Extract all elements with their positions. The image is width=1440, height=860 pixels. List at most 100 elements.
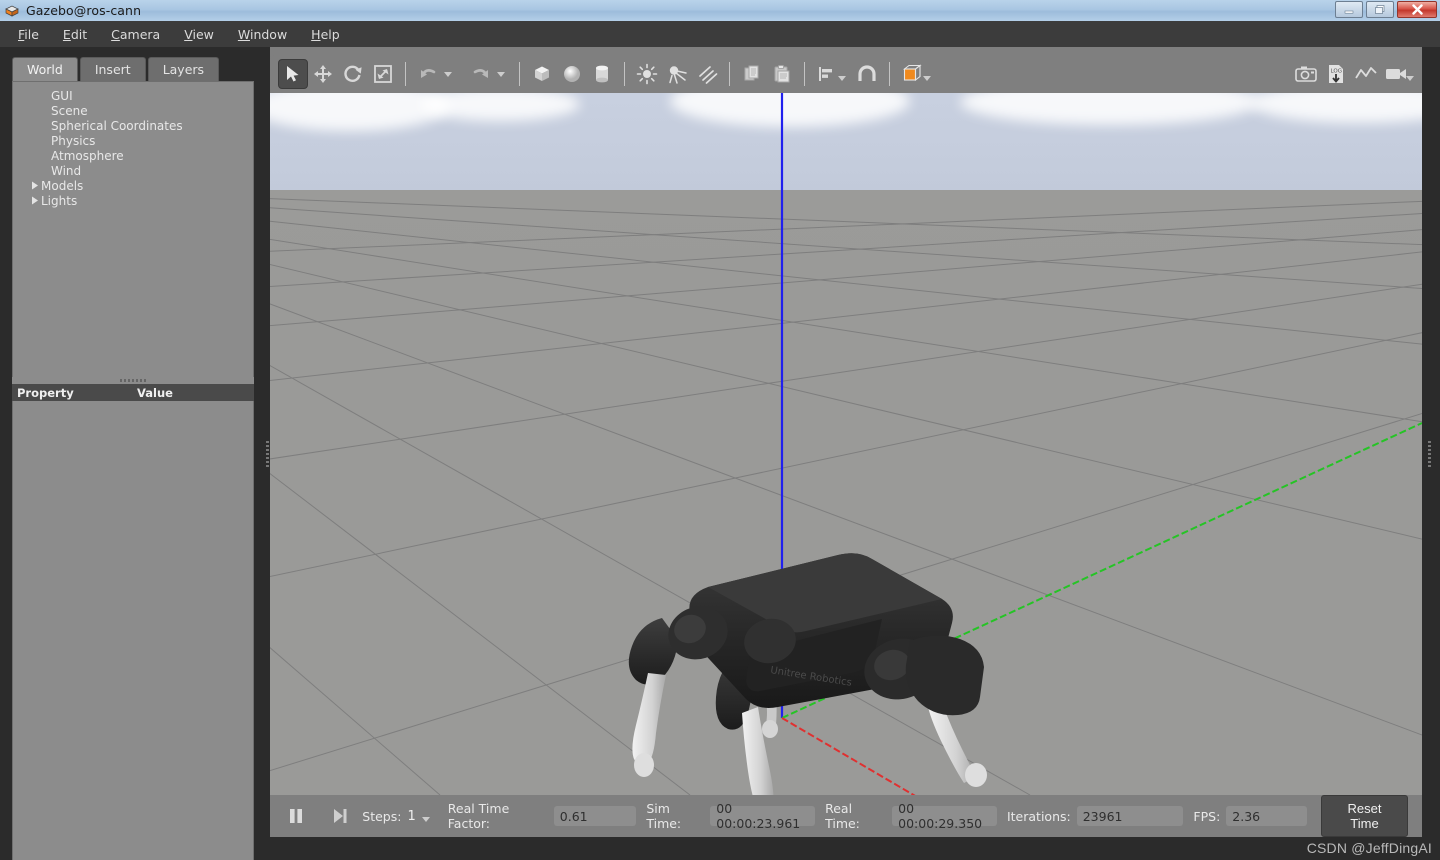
- window-title: Gazebo@ros-cann: [26, 3, 142, 18]
- tree-item-wind[interactable]: Wind: [29, 163, 253, 178]
- menu-file[interactable]: File: [6, 24, 51, 45]
- tree-item-models[interactable]: Models: [29, 178, 253, 193]
- value-column-header: Value: [137, 385, 173, 400]
- sim-time-value: 00 00:00:23.961: [710, 801, 816, 831]
- tab-layers[interactable]: Layers: [147, 57, 220, 82]
- toolbar-separator: [405, 62, 406, 86]
- scene-toolbar: LOG: [270, 55, 1422, 93]
- tree-item-label: GUI: [51, 88, 73, 103]
- redo-button[interactable]: [466, 59, 496, 89]
- 3d-viewport[interactable]: Unitree Robotics: [270, 93, 1422, 795]
- tab-world[interactable]: World: [12, 57, 78, 82]
- svg-text:LOG: LOG: [1331, 69, 1342, 75]
- video-record-button[interactable]: [1381, 59, 1411, 89]
- undo-button[interactable]: [413, 59, 443, 89]
- tree-item-lights[interactable]: Lights: [29, 193, 253, 208]
- real-time-value: 00 00:00:29.350: [892, 801, 997, 831]
- panel-resize-grip[interactable]: [12, 377, 254, 384]
- property-column-header: Property: [17, 385, 74, 400]
- redo-control: [466, 59, 505, 89]
- splitter-grip-icon: [1427, 440, 1431, 467]
- toolbar-separator: [729, 62, 730, 86]
- real-time-factor-value: 0.61: [553, 806, 637, 826]
- redo-dropdown-icon[interactable]: [497, 71, 505, 77]
- tab-insert[interactable]: Insert: [79, 57, 146, 82]
- toolbar-separator: [519, 62, 520, 86]
- fps-label: FPS:: [1193, 808, 1221, 824]
- chevron-right-icon[interactable]: [29, 193, 41, 208]
- left-panel: World Insert Layers GUI Scene Spherical …: [0, 47, 262, 860]
- chevron-right-icon[interactable]: [29, 178, 41, 193]
- minimize-button[interactable]: [1335, 1, 1363, 18]
- paste-button[interactable]: [767, 59, 797, 89]
- panel-tabs: World Insert Layers: [12, 57, 220, 82]
- steps-value[interactable]: 1: [407, 809, 415, 824]
- plot-button[interactable]: [1351, 59, 1381, 89]
- tree-item-label: Physics: [51, 133, 96, 148]
- gazebo-icon: [4, 3, 20, 19]
- menu-window[interactable]: Window: [226, 24, 299, 45]
- fps-value: 2.36: [1226, 806, 1307, 826]
- toolbar-separator: [624, 62, 625, 86]
- log-record-button[interactable]: LOG: [1321, 59, 1351, 89]
- screenshot-button[interactable]: [1291, 59, 1321, 89]
- select-mode-button[interactable]: [278, 59, 308, 89]
- gazebo-window: Gazebo@ros-cann File Edit Camera View Wi: [0, 0, 1440, 860]
- snap-button[interactable]: [852, 59, 882, 89]
- world-tree-panel: GUI Scene Spherical Coordinates Physics …: [12, 81, 254, 383]
- step-forward-button[interactable]: [328, 803, 352, 829]
- tree-item-label: Wind: [51, 163, 82, 178]
- tree-item-label: Models: [41, 178, 84, 193]
- grip-dots-icon: [120, 379, 146, 382]
- sim-time-label: Sim Time:: [646, 801, 682, 831]
- iterations-value: 23961: [1076, 806, 1184, 826]
- simulation-status-bar: Steps: 1 Real Time Factor: 0.61 Sim Time…: [270, 795, 1422, 837]
- pause-button[interactable]: [284, 803, 308, 829]
- property-table-body[interactable]: [12, 401, 254, 860]
- tree-item-physics[interactable]: Physics: [29, 133, 253, 148]
- scale-mode-button[interactable]: [368, 59, 398, 89]
- video-record-control: [1381, 59, 1414, 89]
- insert-cylinder-button[interactable]: [587, 59, 617, 89]
- maximize-button[interactable]: [1366, 1, 1394, 18]
- menu-edit[interactable]: Edit: [51, 24, 99, 45]
- menu-help[interactable]: Help: [299, 24, 352, 45]
- insert-point-light-button[interactable]: [632, 59, 662, 89]
- insert-spot-light-button[interactable]: [662, 59, 692, 89]
- translate-mode-button[interactable]: [308, 59, 338, 89]
- reset-time-button[interactable]: Reset Time: [1320, 795, 1409, 837]
- tree-item-label: Scene: [51, 103, 88, 118]
- align-button[interactable]: [812, 59, 842, 89]
- menu-camera[interactable]: Camera: [99, 24, 172, 45]
- splitter-grip-icon: [265, 440, 269, 467]
- right-splitter[interactable]: [1424, 47, 1434, 860]
- menu-view[interactable]: View: [172, 24, 226, 45]
- iterations-label: Iterations:: [1006, 808, 1071, 824]
- quadruped-robot[interactable]: Unitree Robotics: [270, 93, 1422, 795]
- steps-label: Steps:: [362, 808, 402, 824]
- close-button[interactable]: [1397, 1, 1437, 18]
- tree-item-gui[interactable]: GUI: [29, 88, 253, 103]
- undo-dropdown-icon[interactable]: [444, 71, 452, 77]
- view-angle-button[interactable]: [897, 59, 927, 89]
- tree-item-scene[interactable]: Scene: [29, 103, 253, 118]
- insert-box-button[interactable]: [527, 59, 557, 89]
- view-angle-control: [897, 59, 931, 89]
- property-table-header: Property Value: [12, 384, 254, 401]
- rotate-mode-button[interactable]: [338, 59, 368, 89]
- steps-dropdown-icon[interactable]: [421, 816, 430, 822]
- watermark: CSDN @JeffDingAI: [1306, 840, 1432, 856]
- tree-item-spherical-coordinates[interactable]: Spherical Coordinates: [29, 118, 253, 133]
- tree-item-label: Atmosphere: [51, 148, 124, 163]
- real-time-factor-label: Real Time Factor:: [447, 801, 510, 831]
- insert-directional-light-button[interactable]: [692, 59, 722, 89]
- copy-button[interactable]: [737, 59, 767, 89]
- toolbar-separator: [889, 62, 890, 86]
- insert-sphere-button[interactable]: [557, 59, 587, 89]
- tree-item-atmosphere[interactable]: Atmosphere: [29, 148, 253, 163]
